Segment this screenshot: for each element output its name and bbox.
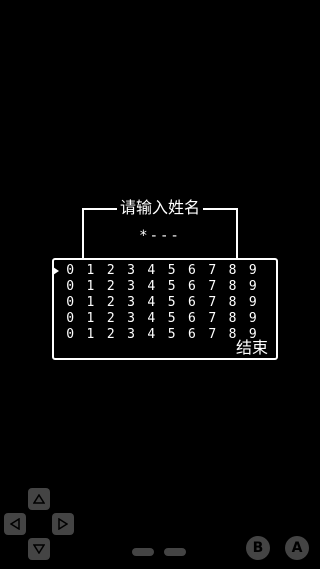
dpad-down-button[interactable]	[28, 538, 50, 560]
grid-cell[interactable]: 4	[141, 295, 161, 311]
grid-cell[interactable]: 2	[101, 327, 121, 343]
grid-cell[interactable]: 3	[121, 295, 141, 311]
grid-cell[interactable]: 5	[161, 311, 181, 327]
grid-cell[interactable]: 5	[161, 327, 181, 343]
grid-cell[interactable]: 7	[202, 295, 222, 311]
grid-row: 0123456789	[60, 279, 263, 295]
selection-cursor-icon	[53, 267, 59, 275]
grid-row: 0123456789	[60, 311, 263, 327]
grid-cell[interactable]: 3	[121, 327, 141, 343]
grid-cell[interactable]: 8	[222, 311, 242, 327]
select-button[interactable]	[132, 548, 154, 556]
end-button[interactable]: 结束	[233, 338, 270, 358]
dpad-left-button[interactable]	[4, 513, 26, 535]
grid-cell[interactable]: 7	[202, 263, 222, 279]
grid-cell[interactable]: 8	[222, 263, 242, 279]
grid-cell[interactable]: 0	[60, 327, 80, 343]
character-grid-panel: 0123456789012345678901234567890123456789…	[52, 258, 278, 360]
grid-cell[interactable]: 1	[80, 263, 100, 279]
grid-cell[interactable]: 2	[101, 279, 121, 295]
grid-cell[interactable]: 3	[121, 263, 141, 279]
name-entry-value: *---	[139, 228, 181, 244]
grid-cell-label: 0	[66, 263, 75, 278]
grid-cell[interactable]: 2	[101, 295, 121, 311]
grid-cell[interactable]: 6	[182, 295, 202, 311]
grid-cell[interactable]: 4	[141, 263, 161, 279]
arrow-left-icon	[10, 518, 20, 530]
grid-cell[interactable]: 1	[80, 295, 100, 311]
grid-cell[interactable]: 4	[141, 311, 161, 327]
grid-cell[interactable]: 1	[80, 327, 100, 343]
arrow-right-icon	[58, 518, 68, 530]
dpad-right-button[interactable]	[52, 513, 74, 535]
a-button[interactable]: A	[285, 536, 309, 560]
grid-cell[interactable]: 7	[202, 327, 222, 343]
grid-cell[interactable]: 5	[161, 295, 181, 311]
grid-cell[interactable]: 0	[60, 279, 80, 295]
grid-cell[interactable]: 7	[202, 311, 222, 327]
grid-cell[interactable]: 4	[141, 327, 161, 343]
name-entry-box: 请输入姓名 *---	[82, 198, 238, 258]
grid-cell[interactable]: 9	[243, 295, 263, 311]
character-grid: 0123456789012345678901234567890123456789…	[53, 263, 263, 343]
grid-cell[interactable]: 5	[161, 279, 181, 295]
grid-cell[interactable]: 8	[222, 295, 242, 311]
arrow-down-icon	[33, 544, 45, 554]
grid-cell[interactable]: 2	[101, 263, 121, 279]
grid-cell[interactable]: 2	[101, 311, 121, 327]
grid-cell[interactable]: 1	[80, 279, 100, 295]
grid-row: 0123456789	[60, 327, 263, 343]
grid-cell[interactable]: 0	[60, 311, 80, 327]
grid-cell[interactable]: 5	[161, 263, 181, 279]
dpad-up-button[interactable]	[28, 488, 50, 510]
grid-cell[interactable]: 0	[53, 263, 80, 279]
grid-cell[interactable]: 8	[222, 279, 242, 295]
arrow-up-icon	[33, 494, 45, 504]
grid-cell[interactable]: 3	[121, 311, 141, 327]
grid-cell[interactable]: 7	[202, 279, 222, 295]
grid-cell[interactable]: 9	[243, 311, 263, 327]
grid-cell[interactable]: 4	[141, 279, 161, 295]
grid-row: 0123456789	[53, 263, 263, 279]
grid-cell[interactable]: 6	[182, 311, 202, 327]
grid-cell[interactable]: 6	[182, 263, 202, 279]
grid-cell[interactable]: 3	[121, 279, 141, 295]
grid-cell[interactable]: 1	[80, 311, 100, 327]
grid-cell[interactable]: 9	[243, 263, 263, 279]
grid-cell[interactable]: 6	[182, 327, 202, 343]
b-button[interactable]: B	[246, 536, 270, 560]
grid-cell[interactable]: 0	[60, 295, 80, 311]
name-entry-title: 请输入姓名	[116, 198, 204, 218]
start-button[interactable]	[164, 548, 186, 556]
grid-cell[interactable]: 9	[243, 279, 263, 295]
grid-row: 0123456789	[60, 295, 263, 311]
grid-cell[interactable]: 6	[182, 279, 202, 295]
